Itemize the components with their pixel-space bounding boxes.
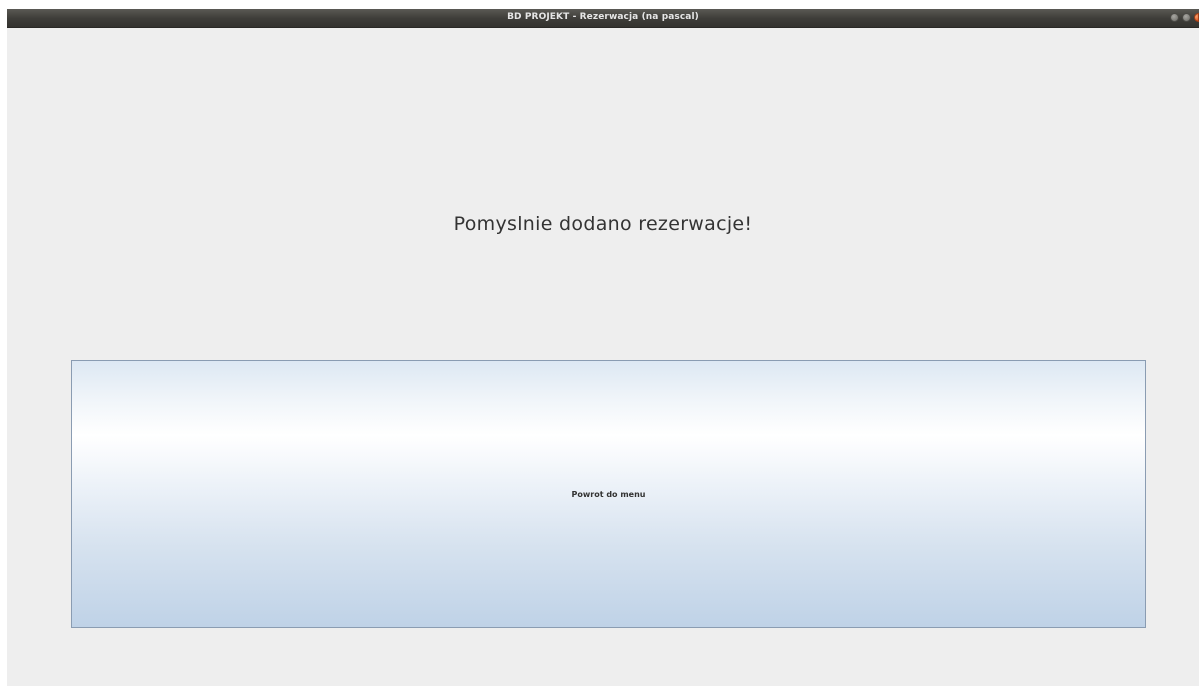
- app-window: BD PROJEKT - Rezerwacja (na pascal) Pomy…: [7, 9, 1199, 686]
- back-to-menu-button[interactable]: Powrot do menu: [71, 360, 1146, 628]
- title-bar[interactable]: BD PROJEKT - Rezerwacja (na pascal): [7, 9, 1199, 28]
- back-to-menu-label: Powrot do menu: [571, 490, 646, 499]
- window-controls: [1170, 13, 1199, 23]
- window-title: BD PROJEKT - Rezerwacja (na pascal): [507, 12, 699, 22]
- maximize-icon[interactable]: [1182, 13, 1191, 22]
- close-icon[interactable]: [1194, 13, 1199, 22]
- success-message: Pomyslnie dodano rezerwacje!: [453, 213, 753, 235]
- minimize-icon[interactable]: [1170, 13, 1179, 22]
